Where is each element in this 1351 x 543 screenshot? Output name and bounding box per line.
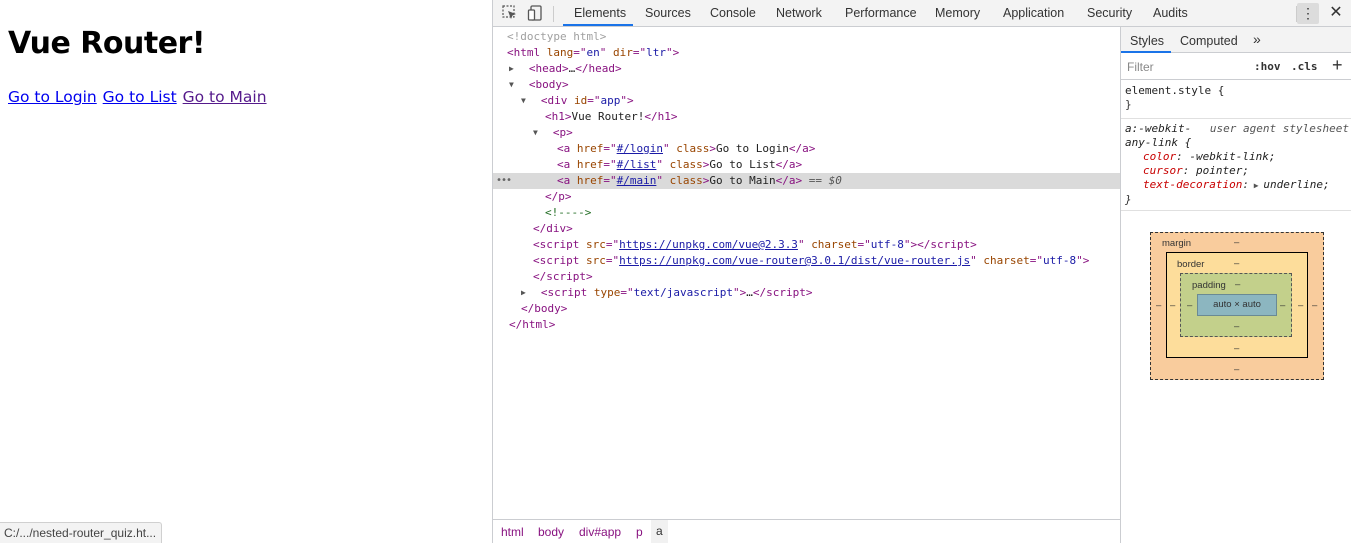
tab-security[interactable]: Security — [1087, 6, 1132, 20]
breadcrumb: html body div#app p a — [493, 519, 1120, 543]
tab-sources[interactable]: Sources — [645, 6, 691, 20]
dom-doctype[interactable]: <!doctype html> — [507, 29, 1120, 45]
status-url-bubble: C:/.../nested-router_quiz.ht... — [0, 522, 163, 543]
border-bottom-value: – — [1234, 343, 1240, 354]
inspect-element-icon[interactable] — [501, 4, 521, 22]
breadcrumb-body[interactable]: body — [538, 525, 564, 539]
margin-right-value: – — [1312, 300, 1318, 311]
margin-bottom-value: – — [1234, 364, 1240, 375]
active-styles-tab-indicator — [1121, 51, 1171, 53]
collapse-triangle-icon[interactable]: ▼ — [533, 125, 538, 141]
dom-script-inline-node[interactable]: ▶ <script type="text/javascript">…</scri… — [521, 285, 1120, 301]
link-go-to-login[interactable]: Go to Login — [8, 88, 97, 106]
tab-memory[interactable]: Memory — [935, 6, 980, 20]
tab-network[interactable]: Network — [776, 6, 822, 20]
rule-close-brace: } — [1125, 98, 1132, 111]
collapse-triangle-icon[interactable]: ▼ — [509, 77, 514, 93]
margin-left-value: – — [1156, 300, 1162, 311]
border-left-value: – — [1170, 300, 1176, 311]
link-go-to-list[interactable]: Go to List — [103, 88, 177, 106]
ua-stylesheet-source: user agent stylesheet — [1209, 122, 1349, 135]
margin-top-value: – — [1234, 237, 1240, 248]
padding-right-value: – — [1280, 300, 1286, 311]
tab-computed[interactable]: Computed — [1180, 34, 1238, 48]
dom-p-node[interactable]: ▼ <p> — [533, 125, 1120, 141]
border-right-value: – — [1298, 300, 1304, 311]
dom-div-close[interactable]: </div> — [533, 221, 1120, 237]
new-style-rule-icon[interactable]: + — [1332, 55, 1343, 76]
tab-application[interactable]: Application — [1003, 6, 1064, 20]
device-toolbar-icon[interactable] — [527, 4, 547, 22]
tab-styles[interactable]: Styles — [1130, 34, 1164, 48]
selected-node-marker: == $0 — [808, 174, 842, 187]
more-actions-icon[interactable]: ••• — [496, 173, 512, 189]
dom-head-node[interactable]: ▶ <head>…</head> — [509, 61, 1120, 77]
styles-filter-input[interactable]: Filter — [1127, 60, 1154, 74]
close-devtools-icon[interactable]: ✕ — [1326, 3, 1346, 23]
dom-a-main-node-selected[interactable]: ••• <a href="#/main" class>Go to Main</a>… — [493, 173, 1120, 189]
link-go-to-main[interactable]: Go to Main — [183, 88, 267, 106]
dom-comment-node[interactable]: <!----> — [545, 205, 1120, 221]
breadcrumb-div-app[interactable]: div#app — [579, 525, 621, 539]
dom-script-router-close[interactable]: </script> — [533, 269, 1120, 285]
toolbar-divider — [553, 6, 554, 22]
page-viewport: Vue Router! Go to Login Go to List Go to… — [0, 0, 492, 543]
element-style-selector: element.style { — [1125, 84, 1225, 97]
border-label: border — [1177, 259, 1205, 270]
margin-label: margin — [1162, 238, 1192, 249]
expand-triangle-icon[interactable]: ▶ — [509, 61, 514, 77]
hov-toggle-button[interactable]: :hov — [1254, 60, 1281, 73]
dom-html-node[interactable]: <html lang="en" dir="ltr"> — [507, 45, 1120, 61]
padding-label: padding — [1192, 280, 1226, 291]
box-model-diagram: margin – – – – border – – – – padding – … — [1150, 232, 1324, 380]
css-prop-color[interactable]: color: -webkit-link; — [1125, 150, 1348, 164]
rule-close-brace: } — [1125, 193, 1132, 206]
ua-selector-line2: any-link { — [1125, 136, 1192, 149]
tab-performance[interactable]: Performance — [845, 6, 917, 20]
devtools-panel: Elements Sources Console Network Perform… — [492, 0, 1351, 543]
active-tab-indicator — [563, 24, 633, 26]
dom-div-app-node[interactable]: ▼ <div id="app"> — [521, 93, 1120, 109]
dom-a-list-node[interactable]: <a href="#/list" class>Go to List</a> — [557, 157, 1120, 173]
tab-elements[interactable]: Elements — [574, 6, 626, 20]
tab-console[interactable]: Console — [710, 6, 756, 20]
padding-left-value: – — [1187, 300, 1193, 311]
dom-tree: <!doctype html> <html lang="en" dir="ltr… — [493, 27, 1120, 519]
dom-script-router-node[interactable]: <script src="https://unpkg.com/vue-route… — [533, 253, 1120, 269]
css-prop-cursor[interactable]: cursor: pointer; — [1125, 164, 1348, 178]
styles-pane: Styles Computed » Filter :hov .cls + ele… — [1120, 27, 1351, 543]
dom-body-close[interactable]: </body> — [521, 301, 1120, 317]
more-tabs-icon[interactable]: » — [1253, 31, 1261, 47]
dom-a-login-node[interactable]: <a href="#/login" class>Go to Login</a> — [557, 141, 1120, 157]
border-top-value: – — [1234, 258, 1240, 269]
nav-links: Go to Login Go to List Go to Main — [8, 88, 268, 106]
styles-tabbar: Styles Computed » — [1121, 27, 1351, 53]
devtools-tabbar: Elements Sources Console Network Perform… — [493, 0, 1351, 27]
dom-script-vue-node[interactable]: <script src="https://unpkg.com/vue@2.3.3… — [533, 237, 1120, 253]
page-heading: Vue Router! — [8, 26, 206, 61]
breadcrumb-html[interactable]: html — [501, 525, 524, 539]
more-options-icon[interactable]: ⋮ — [1297, 3, 1319, 24]
dom-h1-node[interactable]: <h1>Vue Router!</h1> — [545, 109, 1120, 125]
dom-html-close[interactable]: </html> — [509, 317, 1120, 333]
breadcrumb-a-current[interactable]: a — [651, 520, 668, 543]
tab-audits[interactable]: Audits — [1153, 6, 1188, 20]
cls-toggle-button[interactable]: .cls — [1291, 60, 1318, 73]
ua-link-rule[interactable]: a:-webkit- any-link { user agent stylesh… — [1121, 119, 1351, 211]
expand-triangle-icon[interactable]: ▶ — [1249, 181, 1263, 190]
styles-filter-bar: Filter :hov .cls + — [1121, 54, 1351, 80]
expand-triangle-icon[interactable]: ▶ — [521, 285, 526, 301]
css-prop-text-decoration[interactable]: text-decoration: ▶ underline; — [1125, 178, 1348, 193]
padding-bottom-value: – — [1234, 321, 1240, 332]
collapse-triangle-icon[interactable]: ▼ — [521, 93, 526, 109]
box-content[interactable]: auto × auto — [1197, 294, 1277, 316]
dom-p-close[interactable]: </p> — [545, 189, 1120, 205]
breadcrumb-p[interactable]: p — [636, 525, 643, 539]
element-style-rule[interactable]: element.style { } — [1121, 81, 1351, 119]
dom-body-node[interactable]: ▼ <body> — [509, 77, 1120, 93]
padding-top-value: – — [1235, 279, 1241, 290]
